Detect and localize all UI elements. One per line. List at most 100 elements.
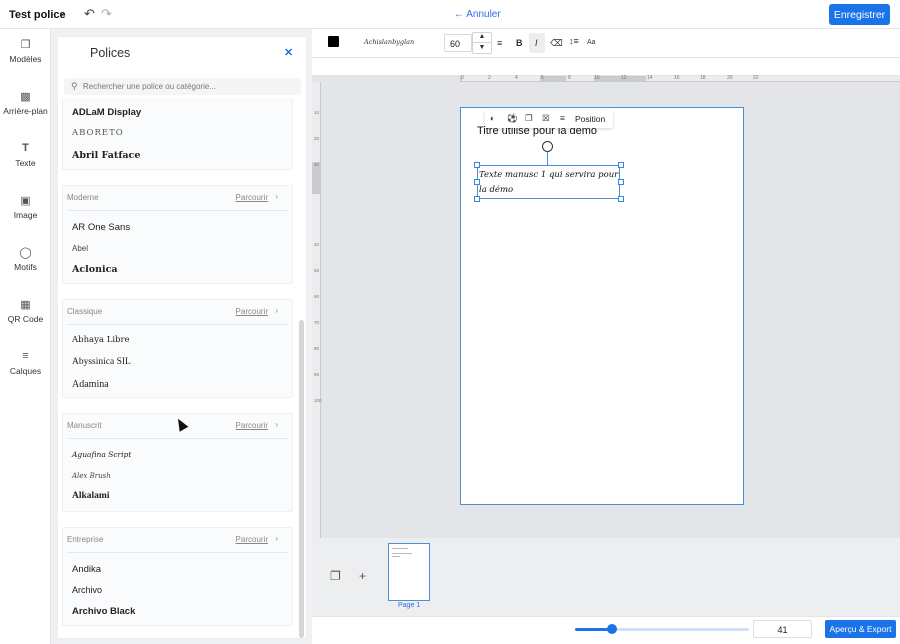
ruler-label: 20 <box>727 75 733 81</box>
rail-item-background[interactable]: ▩ Arrière-plan <box>0 90 51 116</box>
duplicate-page-icon[interactable]: ❐ <box>330 569 341 583</box>
category-title: Entreprise <box>67 535 104 544</box>
chevron-up-icon[interactable]: ▲ <box>473 33 491 43</box>
rotate-icon[interactable] <box>542 141 553 152</box>
font-item[interactable]: Abril Fatface <box>72 150 140 161</box>
browse-link[interactable]: Parcourir <box>236 421 268 430</box>
font-item[interactable]: Alex Brush <box>72 472 111 480</box>
ruler-label: 16 <box>674 75 680 81</box>
browse-link[interactable]: Parcourir <box>236 535 268 544</box>
selected-text-box[interactable]: Texte manusc 1 qui servira pour la démo <box>474 162 624 202</box>
rail-item-label: Modèles <box>9 54 42 64</box>
resize-handle[interactable] <box>618 196 624 202</box>
font-item[interactable]: Andika <box>72 564 101 575</box>
text-toolbar: Achislanbyglan 60 ▲ ▼ ≡ B I ⌫ ↕≡ Aa <box>312 29 900 58</box>
line-height-icon[interactable]: ↕≡ <box>569 36 579 46</box>
ruler-label: 70 <box>314 320 320 325</box>
resize-handle[interactable] <box>474 179 480 185</box>
eraser-icon[interactable]: ⌫ <box>550 38 563 49</box>
add-page-icon[interactable]: + <box>359 569 366 583</box>
ruler-label: 0 <box>461 75 464 81</box>
search-icon: ⚲ <box>71 81 78 91</box>
font-item[interactable]: Alkalami <box>72 491 109 501</box>
resize-handle[interactable] <box>618 179 624 185</box>
design-page[interactable]: Titre utilise pour la demo ◐ ⚽ ❐ ☒ ≡ Pos… <box>460 107 744 505</box>
close-icon[interactable]: ✕ <box>284 46 293 59</box>
rail-item-templates[interactable]: ❐ Modèles <box>0 38 51 64</box>
font-item[interactable]: Adamina <box>72 379 109 390</box>
zoom-slider[interactable] <box>575 628 749 631</box>
rail-item-layers[interactable]: ≡ Calques <box>0 350 51 376</box>
preview-export-button[interactable]: Aperçu & Export <box>825 620 896 638</box>
font-item[interactable]: AR One Sans <box>72 222 130 233</box>
selected-text[interactable]: Texte manusc 1 qui servira pour la démo <box>478 168 621 198</box>
ruler-label: 2 <box>488 75 491 81</box>
page-thumbnail[interactable] <box>388 543 430 601</box>
qrcode-icon: ▦ <box>20 299 31 311</box>
lock-icon[interactable]: ⚽ <box>507 113 518 124</box>
zoom-value[interactable]: 41 <box>753 620 812 638</box>
font-item[interactable]: Archivo Black <box>72 606 135 617</box>
font-item[interactable]: Aclonica <box>72 264 118 275</box>
element-toolbar: ◐ ⚽ ❐ ☒ ≡ Position <box>485 110 613 128</box>
save-button[interactable]: Enregistrer <box>829 4 890 25</box>
chevron-right-icon[interactable]: › <box>275 534 278 543</box>
thumb-line <box>392 548 408 549</box>
font-item[interactable]: Abel <box>72 244 88 253</box>
category-title: Manuscrit <box>67 421 102 430</box>
left-rail: ❐ Modèles ▩ Arrière-plan T Texte ▣ Image… <box>0 29 51 644</box>
panel-scrollbar[interactable] <box>299 320 304 638</box>
layers-icon[interactable]: ≡ <box>560 113 565 123</box>
browse-link[interactable]: Parcourir <box>236 307 268 316</box>
font-item[interactable]: ADLaM Display <box>72 107 141 118</box>
resize-handle[interactable] <box>474 196 480 202</box>
zoom-slider-handle[interactable] <box>606 624 617 634</box>
ruler-label: 22 <box>753 75 759 81</box>
duplicate-icon[interactable]: ❐ <box>525 113 533 124</box>
redo-icon[interactable]: ↷ <box>101 6 112 22</box>
rail-item-shapes[interactable]: ◯ Motifs <box>0 246 51 272</box>
font-item[interactable]: ABORETO <box>72 128 124 138</box>
italic-button[interactable]: I <box>535 38 538 48</box>
font-selector[interactable]: Achislanbyglan <box>364 38 414 46</box>
chevron-down-icon[interactable]: ▼ <box>473 44 491 54</box>
ruler-label: 80 <box>314 346 320 351</box>
chevron-right-icon[interactable]: › <box>275 420 278 429</box>
font-size-input[interactable]: 60 <box>444 34 472 52</box>
resize-handle[interactable] <box>474 162 480 168</box>
ruler-label: 90 <box>314 372 320 377</box>
font-item[interactable]: Abhaya Libre <box>72 335 130 345</box>
shapes-icon: ◯ <box>19 247 32 259</box>
font-item[interactable]: Archivo <box>72 585 102 595</box>
chevron-right-icon[interactable]: › <box>275 306 278 315</box>
ruler-label: 60 <box>314 294 320 299</box>
ruler-label: 6 <box>541 75 544 81</box>
ruler-label: 12 <box>621 75 627 81</box>
resize-handle[interactable] <box>618 162 624 168</box>
search-input[interactable] <box>83 80 293 93</box>
chevron-down-icon[interactable]: ⌄ <box>58 7 66 18</box>
align-icon[interactable]: ≡ <box>497 38 502 48</box>
thumb-line <box>392 553 412 554</box>
rail-item-qrcode[interactable]: ▦ QR Code <box>0 298 51 324</box>
rail-item-label: QR Code <box>7 314 44 324</box>
rail-item-text[interactable]: T Texte <box>0 142 51 168</box>
opacity-icon[interactable]: ◐ <box>490 113 495 123</box>
ruler-label: 30 <box>314 162 320 167</box>
background-icon: ▩ <box>20 91 31 103</box>
undo-icon[interactable]: ↶ <box>84 6 95 22</box>
canvas-area[interactable]: 0 2 4 6 8 10 12 14 16 18 20 22 10 20 30 … <box>312 58 900 538</box>
case-button[interactable]: Aa <box>587 39 596 46</box>
divider <box>67 438 288 439</box>
bold-button[interactable]: B <box>516 38 523 48</box>
browse-link[interactable]: Parcourir <box>236 193 268 202</box>
font-item[interactable]: Aguafina Script <box>72 450 131 459</box>
color-swatch[interactable] <box>328 36 339 47</box>
ruler-label: 10 <box>314 110 320 115</box>
position-button[interactable]: Position <box>575 114 605 124</box>
rail-item-image[interactable]: ▣ Image <box>0 194 51 220</box>
font-item[interactable]: Abyssinica SIL <box>72 357 131 367</box>
delete-icon[interactable]: ☒ <box>542 113 550 124</box>
cancel-link[interactable]: ← Annuler <box>454 9 501 20</box>
chevron-right-icon[interactable]: › <box>275 192 278 201</box>
